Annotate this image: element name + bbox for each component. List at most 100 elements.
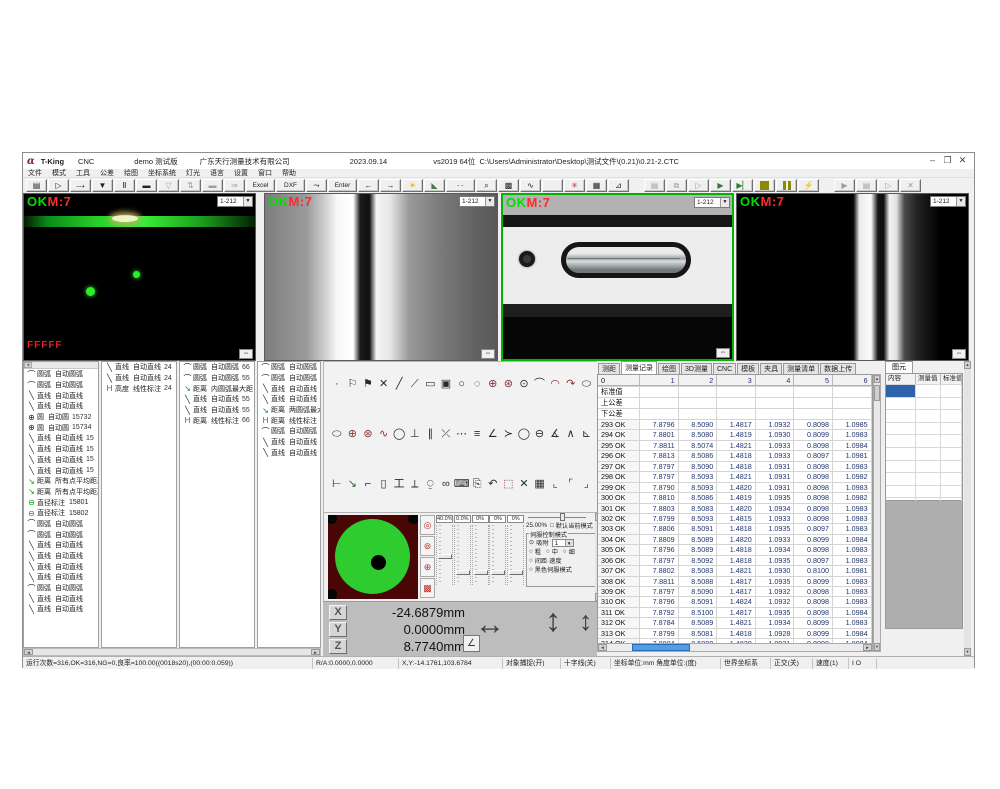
radio-icon[interactable]: ○ (529, 548, 533, 555)
table-row[interactable]: 304 OK7.88098.50891.48201.09330.80991.09… (598, 535, 872, 545)
cell[interactable] (679, 387, 718, 397)
cell[interactable] (833, 409, 872, 419)
cell[interactable]: 0.8100 (794, 566, 833, 575)
feature-row[interactable]: ⌒圆弧自动圆弧 (24, 380, 98, 391)
arrow-right-button[interactable]: → (380, 179, 401, 192)
cell[interactable]: 1.0983 (833, 514, 872, 523)
feature-row[interactable]: ╲直线自动直线55 (180, 405, 254, 416)
cell[interactable]: 7.8796 (640, 545, 679, 554)
table-row[interactable]: 300 OK7.88108.50861.48191.09350.80981.09… (598, 493, 872, 503)
play-to-end-button[interactable]: ▶▏ (732, 179, 753, 192)
camera-4-select[interactable]: 1-212▼ (930, 196, 966, 207)
circle-hatch-2-icon[interactable]: ⊛ (360, 426, 376, 442)
cell[interactable]: 7.8802 (640, 566, 679, 575)
cell[interactable]: 1.4817 (717, 577, 756, 586)
cell[interactable]: 1.0933 (756, 441, 795, 450)
cell[interactable] (794, 398, 833, 408)
cell[interactable]: 0.8098 (794, 441, 833, 450)
close-button[interactable]: ✕ (955, 154, 970, 166)
undo-icon[interactable]: ↶ (485, 476, 501, 492)
slider-thumb[interactable] (491, 570, 505, 575)
feature-row[interactable]: ⊕圆自动圆15734 (24, 422, 98, 433)
tab-7[interactable]: 测量清单 (783, 363, 819, 374)
scroll-up-icon[interactable]: ▲ (874, 375, 880, 383)
element-row[interactable] (886, 398, 962, 411)
cell[interactable]: 8.5091 (679, 524, 718, 533)
intersection-icon[interactable]: ⤫ (438, 426, 454, 442)
slider-track[interactable] (472, 525, 489, 585)
element-panel-scrollbar[interactable]: ▲ ▼ (964, 361, 971, 656)
feature-row[interactable]: ╲直线自动直线33 (258, 448, 320, 459)
circle-cross-icon[interactable]: ⊕ (485, 376, 501, 392)
cell[interactable]: 1.0932 (756, 587, 795, 596)
minus-minus-button[interactable]: - - (446, 179, 475, 192)
table-row[interactable]: 306 OK7.87978.50921.48181.09350.80971.09… (598, 556, 872, 566)
cell[interactable]: 0.8098 (794, 545, 833, 554)
probe-z-button[interactable]: Ⅱ (114, 179, 135, 192)
circle-hatch-icon[interactable]: ⊕ (345, 426, 361, 442)
measurement-table[interactable]: 0123456标准值上公差下公差293 OK7.87968.50901.4817… (597, 374, 873, 652)
light-slider-3[interactable]: 0% (472, 515, 489, 585)
table-row[interactable]: 303 OK7.88068.50911.48181.09350.80971.09… (598, 524, 872, 534)
menu-item-0[interactable]: 文件 (23, 168, 47, 178)
cell[interactable]: 7.8811 (640, 577, 679, 586)
scroll-left-icon[interactable]: ◄ (24, 362, 32, 368)
scroll-down-icon[interactable]: ▼ (964, 648, 971, 656)
cell[interactable]: 8.5086 (679, 451, 718, 460)
circle-3pt-icon[interactable]: ◯ (516, 426, 532, 442)
cell[interactable]: 0.8097 (794, 524, 833, 533)
cell[interactable]: 1.4815 (717, 514, 756, 523)
table-row[interactable]: 293 OK7.87968.50901.48171.09320.80981.09… (598, 420, 872, 430)
cell[interactable]: 1.0935 (756, 493, 795, 502)
angle-vertex-icon[interactable]: ≻ (501, 426, 517, 442)
radio-icon[interactable]: ○ (563, 548, 567, 555)
cell[interactable]: 1.0983 (833, 556, 872, 565)
camera-4-resize-button[interactable]: ⇔ (952, 349, 966, 359)
feature-row[interactable]: ╲直线自动直线 (24, 390, 98, 401)
cell[interactable]: 1.4818 (717, 451, 756, 460)
angle-icon[interactable]: ∠ (485, 426, 501, 442)
scroll-up-icon[interactable]: ▲ (964, 361, 971, 369)
feature-row[interactable]: ╲直线自动直线 (24, 593, 98, 604)
cell[interactable]: 8.5092 (679, 556, 718, 565)
cell[interactable]: 1.4818 (717, 556, 756, 565)
multi-point-icon[interactable]: ⋯ (454, 426, 470, 442)
radio-checked-icon[interactable]: ⊙ (529, 539, 534, 546)
element-cell[interactable] (916, 423, 941, 435)
circle-scan-icon[interactable]: ◌ (469, 376, 485, 392)
cell[interactable]: 1.0983 (833, 577, 872, 586)
cell[interactable]: 1.0933 (756, 451, 795, 460)
cell[interactable]: 1.0984 (833, 629, 872, 638)
cell[interactable]: 8.5093 (679, 514, 718, 523)
slider-thumb[interactable] (474, 570, 488, 575)
magnifier-button[interactable]: ⌕ (476, 179, 497, 192)
cell[interactable]: 7.8809 (640, 535, 679, 544)
feature-row[interactable]: ⌒圆弧自动圆弧 (24, 369, 98, 380)
element-cell[interactable] (941, 461, 962, 473)
cell[interactable]: 0.8097 (794, 556, 833, 565)
tab-5[interactable]: 模板 (737, 363, 759, 374)
slider-track[interactable] (436, 525, 453, 585)
tab-6[interactable]: 夹具 (760, 363, 782, 374)
cell[interactable]: 7.8803 (640, 504, 679, 513)
cell[interactable]: 8.5093 (679, 483, 718, 492)
circle-center-icon[interactable]: ⊙ (516, 376, 532, 392)
table-row[interactable]: 309 OK7.87978.50901.48171.09320.80981.09… (598, 587, 872, 597)
probe-button[interactable]: ▼ (92, 179, 113, 192)
cell[interactable]: 7.8796 (640, 420, 679, 429)
element-cell[interactable] (886, 385, 916, 397)
calculator-icon[interactable]: ▦ (532, 476, 548, 492)
chart-button[interactable]: ⊿ (608, 179, 629, 192)
keyboard-icon[interactable]: ⌨ (454, 476, 470, 492)
circle-target-icon[interactable]: ⊛ (501, 376, 517, 392)
x-axis-button[interactable]: X (329, 605, 347, 620)
ring-light-circle[interactable] (335, 519, 410, 594)
cell[interactable]: 1.4821 (717, 441, 756, 450)
jog-y-arrows-icon[interactable]: ↕ (545, 602, 561, 639)
cell[interactable]: 7.8784 (640, 618, 679, 627)
cross-mark-icon[interactable]: ✕ (376, 376, 392, 392)
feature-row[interactable]: ⊖直径标注15802 (24, 508, 98, 519)
open-button[interactable]: ▷ (48, 179, 69, 192)
cell[interactable] (640, 398, 679, 408)
menu-item-9[interactable]: 窗口 (253, 168, 277, 178)
